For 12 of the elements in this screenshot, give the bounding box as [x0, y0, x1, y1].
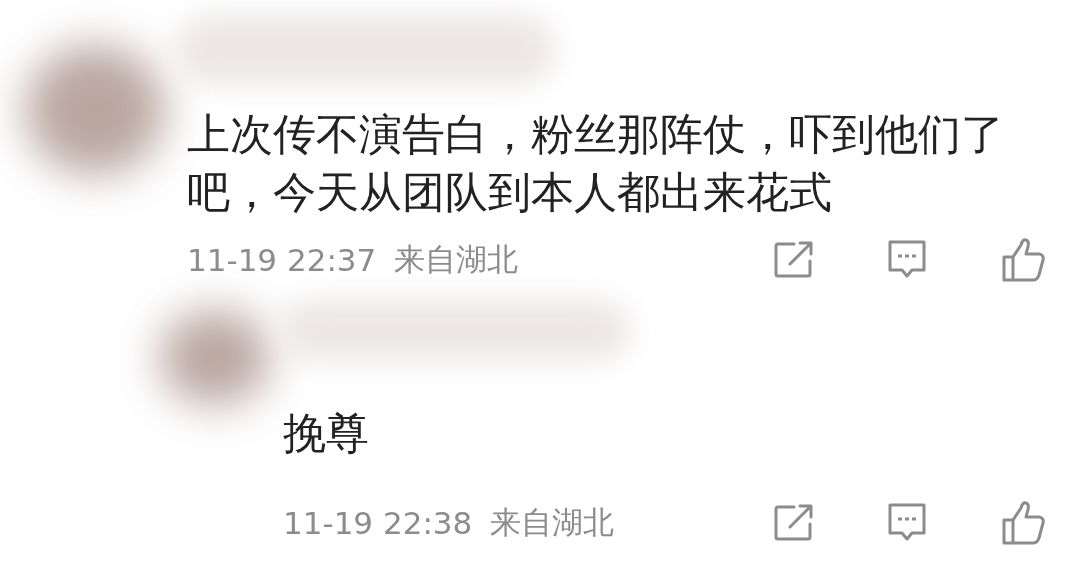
share-icon[interactable]	[774, 241, 814, 279]
like-icon[interactable]	[1000, 237, 1046, 283]
comment-time: 11-19 22:38	[283, 505, 473, 541]
avatar[interactable]	[160, 310, 270, 405]
comment-location: 来自湖北	[490, 503, 615, 542]
comment-location: 来自湖北	[394, 240, 519, 279]
avatar[interactable]	[25, 45, 165, 175]
comment-text: 上次传不演告白，粉丝那阵仗，吓到他们了吧，今天从团队到本人都出来花式	[187, 108, 1005, 219]
comment-text: 挽尊	[283, 407, 370, 460]
like-icon[interactable]	[1000, 500, 1046, 546]
comment-time: 11-19 22:37	[187, 242, 377, 278]
share-icon[interactable]	[774, 504, 814, 542]
